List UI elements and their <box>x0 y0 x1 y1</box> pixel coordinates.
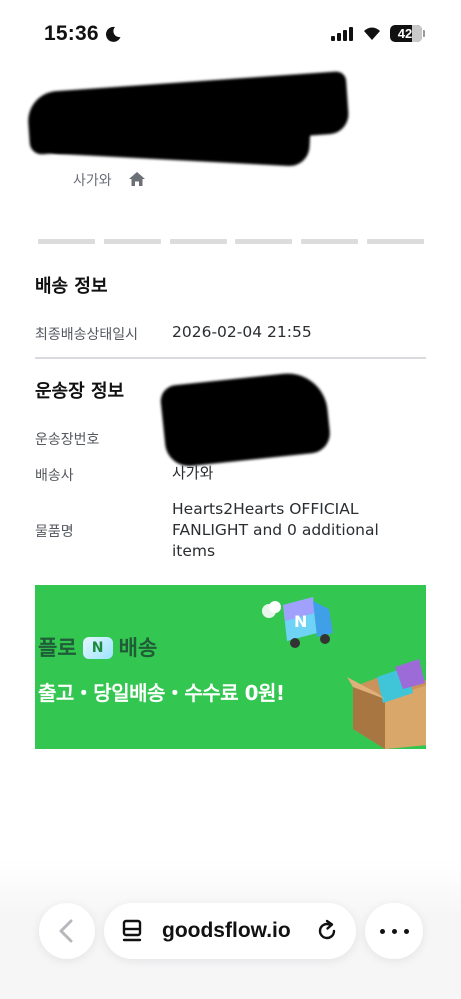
progress-step <box>301 239 359 244</box>
redacted-tracking-number <box>159 369 332 469</box>
carrier-label: 배송사 <box>35 468 74 484</box>
tracking-number-label: 운송장번호 <box>35 432 100 448</box>
home-icon[interactable] <box>128 171 146 187</box>
n-badge-icon: N <box>82 637 113 659</box>
back-icon <box>59 919 73 943</box>
final-status-label: 최종배송상태일시 <box>35 327 139 343</box>
banner-headline-a: 플로 <box>38 636 77 660</box>
back-button[interactable] <box>39 903 95 959</box>
more-button[interactable] <box>365 903 423 959</box>
carrier-value: 사가와 <box>172 464 214 482</box>
progress-step <box>103 239 161 244</box>
progress-step <box>235 239 293 244</box>
battery-nub <box>423 30 425 37</box>
battery-level: 42 <box>397 26 413 41</box>
moon-icon <box>105 26 121 42</box>
banner-subline: 출고・당일배송・수수료 0원! <box>38 681 285 705</box>
progress-step <box>38 239 95 244</box>
tab-icon[interactable] <box>122 919 144 943</box>
divider <box>35 357 426 359</box>
reload-icon[interactable] <box>315 919 339 943</box>
banner-headline-b: 배송 <box>118 636 158 660</box>
svg-text:N: N <box>294 612 307 631</box>
delivery-info-title: 배송 정보 <box>35 276 108 297</box>
progress-step <box>169 239 227 244</box>
battery-icon: 42 <box>390 25 422 42</box>
banner-headline: 플로 N 배송 <box>38 632 157 662</box>
url-text[interactable]: goodsflow.io <box>162 919 291 943</box>
item-name-line-2: FANLIGHT and 0 additional <box>172 521 379 539</box>
delivery-progress <box>38 239 424 244</box>
final-status-value: 2026-02-04 21:55 <box>172 323 312 341</box>
item-name-line-3: items <box>172 542 216 560</box>
signal-icon <box>331 27 355 41</box>
waybill-info-title: 운송장 정보 <box>35 381 125 402</box>
wifi-icon <box>364 27 380 40</box>
progress-step <box>366 239 424 244</box>
parcel-box-icon <box>347 659 426 749</box>
item-name-label: 물품명 <box>35 524 74 540</box>
promo-banner[interactable]: 플로 N 배송 출고・당일배송・수수료 0원! N <box>35 585 426 749</box>
seller-name: 사가와 <box>73 173 112 189</box>
delivery-truck-icon: N <box>262 597 333 648</box>
status-bar: 15:36 42 <box>0 0 461 60</box>
address-bar[interactable]: goodsflow.io <box>104 903 356 959</box>
status-time: 15:36 <box>44 22 99 45</box>
item-name-line-1: Hearts2Hearts OFFICIAL <box>172 500 359 518</box>
